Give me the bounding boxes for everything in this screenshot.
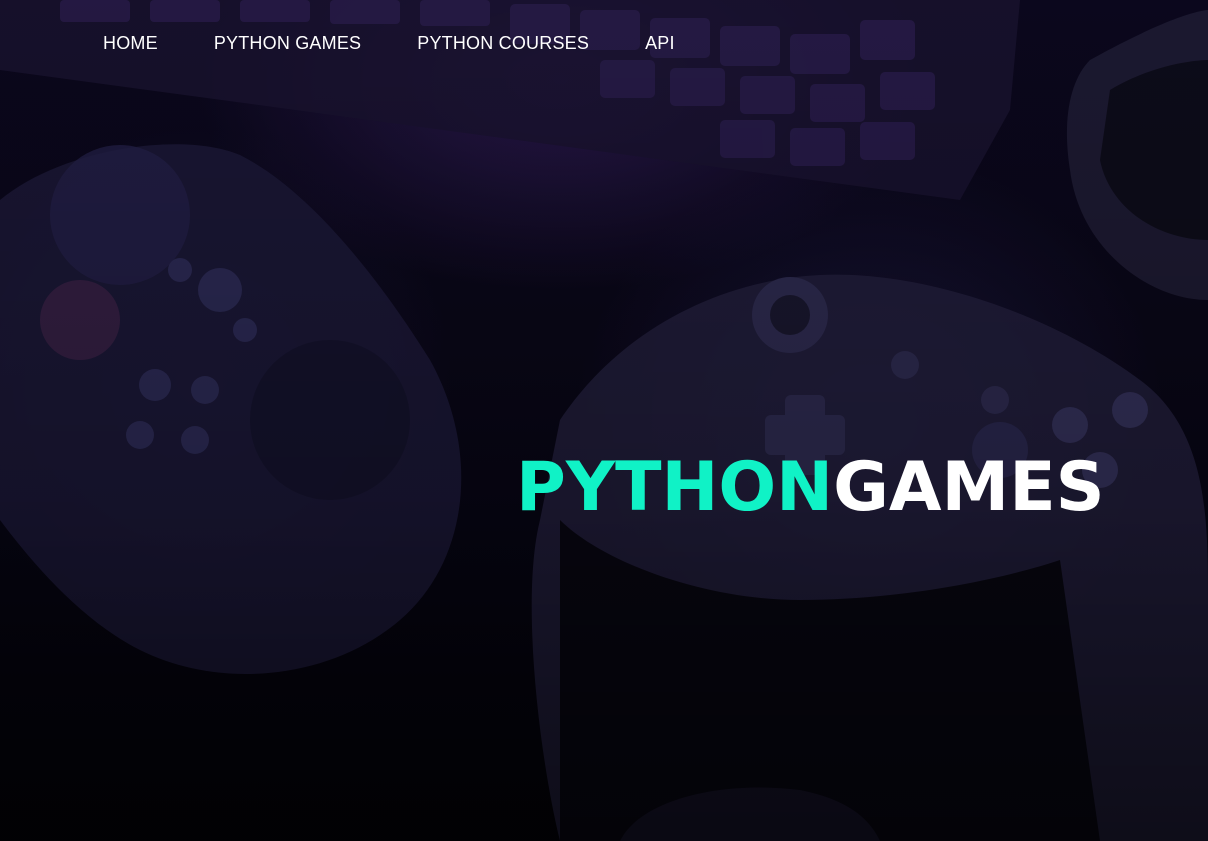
nav-item-python-courses[interactable]: PYTHON COURSES [417, 33, 589, 54]
main-navigation: HOME PYTHON GAMES PYTHON COURSES API [0, 0, 1208, 86]
nav-item-home[interactable]: HOME [103, 33, 158, 54]
nav-item-python-games[interactable]: PYTHON GAMES [214, 33, 361, 54]
hero-title: PYTHONGAMES [516, 454, 1105, 522]
hero-title-python: PYTHON [516, 448, 834, 527]
hero-title-games: GAMES [833, 448, 1105, 527]
hero-dark-overlay [0, 0, 1208, 841]
nav-item-api[interactable]: API [645, 33, 675, 54]
hero-section: HOME PYTHON GAMES PYTHON COURSES API PYT… [0, 0, 1208, 841]
